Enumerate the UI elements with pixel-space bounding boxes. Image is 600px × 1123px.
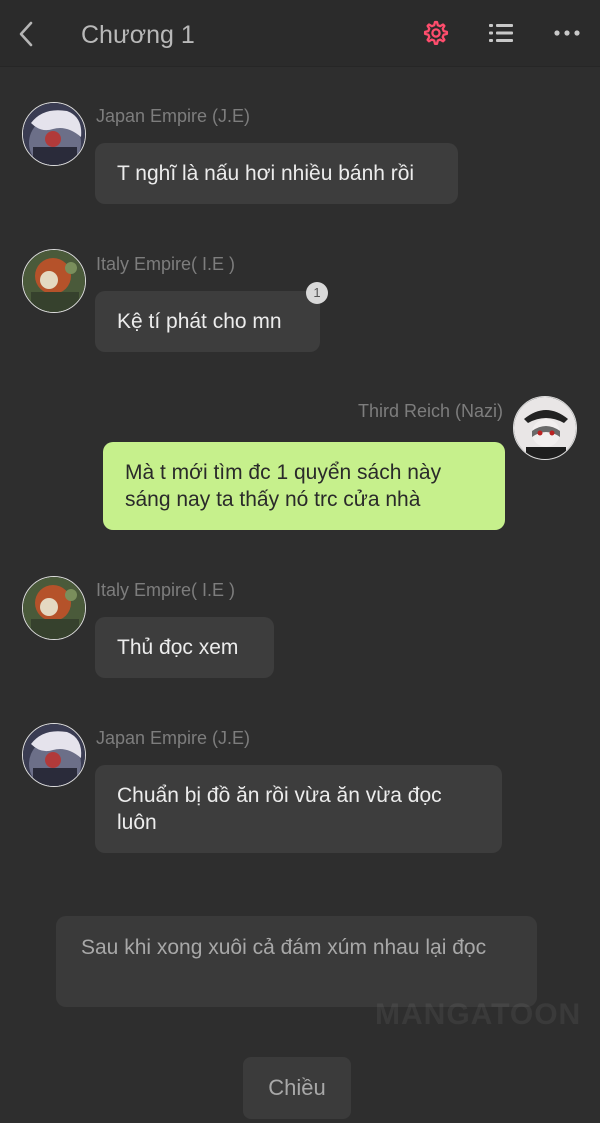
avatar[interactable] — [513, 396, 577, 460]
message-bubble[interactable]: Mà t mới tìm đc 1 quyển sách này sáng na… — [103, 442, 505, 530]
page-title: Chương 1 — [81, 21, 195, 49]
sender-name: Italy Empire( I.E ) — [96, 580, 236, 600]
message-bubble[interactable]: Kệ tí phát cho mn — [95, 291, 320, 352]
message-bubble[interactable]: Thủ đọc xem — [95, 617, 274, 678]
avatar[interactable] — [22, 102, 86, 166]
next-button[interactable]: Chiều — [243, 1057, 351, 1119]
message-bubble[interactable]: T nghĩ là nấu hơi nhiều bánh rồi — [95, 143, 458, 204]
list-icon[interactable] — [484, 16, 518, 50]
avatar[interactable] — [22, 576, 86, 640]
sender-name: Japan Empire (J.E) — [96, 728, 251, 748]
gear-icon[interactable] — [418, 16, 452, 50]
message-bubble[interactable]: Chuẩn bị đồ ăn rồi vừa ăn vừa đọc luôn — [95, 765, 502, 853]
more-horizontal-icon[interactable] — [550, 16, 584, 50]
watermark-logo: MANGATOON — [375, 998, 582, 1031]
sender-name: Italy Empire( I.E ) — [96, 254, 236, 274]
sender-name: Third Reich (Nazi) — [357, 401, 503, 421]
avatar[interactable] — [22, 249, 86, 313]
top-bar: Chương 1 — [0, 0, 600, 67]
chevron-left-icon[interactable] — [10, 18, 42, 50]
avatar[interactable] — [22, 723, 86, 787]
sender-name: Japan Empire (J.E) — [96, 106, 251, 126]
comment-count-badge[interactable]: 1 — [306, 282, 328, 304]
narration-box: Sau khi xong xuôi cả đám xúm nhau lại đọ… — [56, 916, 537, 1007]
